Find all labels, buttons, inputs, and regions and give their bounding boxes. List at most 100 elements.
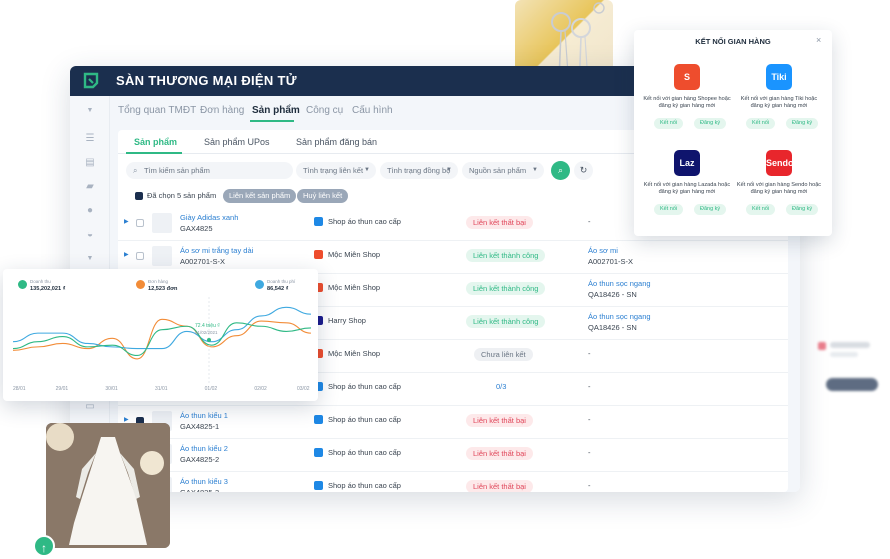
link-status-badge: Liên kết thành công (466, 315, 546, 328)
platform-logo: Laz (674, 150, 700, 176)
nav-tab-settings[interactable]: Cấu hình (352, 105, 393, 116)
product-sku: GAX4825-3 (180, 488, 219, 492)
stat-label: Doanh thu phí (267, 279, 296, 284)
shop-platform-icon (314, 481, 323, 490)
x-tick-label: 03/02 (297, 386, 310, 392)
chart-tooltip-value: 72.4 triệu ₫ (195, 323, 220, 329)
table-row[interactable]: ▶Áo thun kiểu 3GAX4825-3Shop áo thun cao… (118, 472, 788, 492)
connect-button[interactable]: Kết nối (654, 118, 684, 129)
stat-value: 135,202,021 ₫ (30, 286, 66, 292)
nav-tab-products[interactable]: Sản phẩm (252, 105, 300, 116)
platform-logo: Sendo (766, 150, 794, 176)
x-tick-label: 30/01 (105, 386, 118, 392)
upload-arrow-icon[interactable]: ↑ (33, 535, 55, 557)
caret-down-icon: ▼ (532, 167, 538, 173)
subtab-active-indicator (126, 152, 182, 154)
nav-tab-orders[interactable]: Đơn hàng (200, 105, 244, 116)
register-button[interactable]: Đăng ký (786, 204, 819, 215)
shop-platform-icon (314, 250, 323, 259)
refresh-icon: ↻ (579, 165, 588, 175)
stat-value: 12,523 đơn (148, 286, 178, 292)
linked-product-name[interactable]: Áo thun sọc ngang (588, 279, 651, 288)
product-name[interactable]: Áo thun kiểu 1 (180, 411, 228, 420)
nav-tab-tools[interactable]: Công cụ (306, 105, 343, 116)
shop-name: Shop áo thun cao cấp (328, 382, 401, 391)
unlink-button[interactable]: Huỷ liên kết (297, 189, 349, 203)
chat-icon[interactable]: ▭ (84, 402, 96, 412)
source-label: Nguồn sản phẩm (469, 166, 527, 175)
platform-description: Kết nối với gian hàng Shopee hoặc đăng k… (643, 96, 731, 109)
platform-logo: S (674, 64, 700, 90)
chart-series-line (13, 318, 311, 360)
product-name[interactable]: Áo thun kiểu 2 (180, 444, 228, 453)
product-name[interactable]: Áo sơ mi trắng tay dài (180, 246, 253, 255)
search-input[interactable]: ⌕ Tìm kiếm sản phẩm (126, 162, 293, 179)
basket-icon[interactable]: ◒ (84, 230, 96, 240)
register-button[interactable]: Đăng ký (694, 118, 727, 129)
link-status-badge: Chưa liên kết (474, 348, 533, 361)
link-status-badge: Liên kết thất bại (466, 216, 533, 229)
sync-status-dropdown[interactable]: Tình trạng đồng bộ ▼ (380, 162, 458, 179)
connect-button[interactable]: Kết nối (654, 204, 684, 215)
register-button[interactable]: Đăng ký (694, 204, 727, 215)
select-all-checkbox[interactable] (135, 192, 143, 200)
table-row[interactable]: ▶Áo thun kiểu 2GAX4825-2Shop áo thun cao… (118, 439, 788, 472)
connect-button[interactable]: Kết nối (746, 204, 776, 215)
link-count[interactable]: 0/3 (496, 382, 506, 391)
row-checkbox[interactable] (136, 219, 144, 227)
source-dropdown[interactable]: Nguồn sản phẩm ▼ (462, 162, 544, 179)
x-tick-label: 31/01 (155, 386, 168, 392)
chart-hover-point[interactable] (207, 338, 211, 342)
subtab-products[interactable]: Sản phẩm (134, 137, 177, 147)
shop-platform-icon (314, 217, 323, 226)
product-name[interactable]: Áo thun kiểu 3 (180, 477, 228, 486)
platform-logo: Tiki (766, 64, 792, 90)
link-status-badge: Liên kết thành công (466, 282, 546, 295)
search-button[interactable]: ⌕ (551, 161, 570, 180)
link-status-dropdown[interactable]: Tình trạng liên kết ▼ (296, 162, 376, 179)
chart-series-line (13, 306, 311, 350)
chevron-down-icon[interactable]: ▼ (84, 254, 96, 264)
connect-button[interactable]: Kết nối (746, 118, 776, 129)
selected-count: Đã chọn 5 sản phẩm (147, 191, 217, 200)
stat-value: 86,542 ₫ (267, 286, 289, 292)
x-tick-label: 02/02 (254, 386, 267, 392)
nav-tab-overview[interactable]: Tổng quan TMĐT (118, 105, 196, 116)
link-status-badge: Liên kết thất bại (466, 447, 533, 460)
linked-product-sku: - (588, 382, 591, 391)
expand-chevron-icon[interactable]: ▶ (124, 218, 129, 225)
product-thumbnail (152, 246, 172, 266)
refresh-button[interactable]: ↻ (574, 161, 593, 180)
shop-name: Shop áo thun cao cấp (328, 415, 401, 424)
list-icon[interactable]: ☰ (84, 134, 96, 144)
linked-product-sku: - (588, 415, 591, 424)
linked-product-name[interactable]: Áo sơ mi (588, 246, 618, 255)
document-icon[interactable]: ▤ (84, 158, 96, 168)
link-products-button[interactable]: Liên kết sản phẩm (223, 189, 297, 203)
truck-icon[interactable]: ▰ (84, 182, 96, 192)
link-status-badge: Liên kết thất bại (466, 414, 533, 427)
register-button[interactable]: Đăng ký (786, 118, 819, 129)
shop-name: Mộc Miên Shop (328, 283, 381, 292)
platform-card: Tiki Kết nối với gian hàng Tiki hoặc đăng… (734, 62, 824, 142)
row-checkbox[interactable] (136, 252, 144, 260)
product-thumbnail (152, 213, 172, 233)
product-sku: GAX4825 (180, 224, 213, 233)
linked-product-sku: - (588, 217, 591, 226)
user-icon[interactable]: ● (84, 206, 96, 216)
shop-platform-icon (314, 448, 323, 457)
product-name[interactable]: Giày Adidas xanh (180, 213, 238, 222)
subtab-listed-products[interactable]: Sản phẩm đăng bán (296, 137, 377, 147)
platform-card: Sendo Kết nối với gian hàng Sendo hoặc đă… (734, 148, 824, 228)
table-row[interactable]: ▶ Áo thun kiểu 1 GAX4825-1 Shop áo thun cao… (118, 406, 788, 439)
sidebar-collapse-icon[interactable]: ▼ (84, 106, 96, 116)
product-sku: A002701-S-X (180, 257, 226, 266)
close-icon[interactable]: × (816, 35, 821, 45)
link-status-badge: Liên kết thất bại (466, 480, 533, 492)
expand-chevron-icon[interactable]: ▶ (124, 251, 129, 258)
linked-product-sku: - (588, 481, 591, 490)
linked-product-name[interactable]: Áo thun sọc ngang (588, 312, 651, 321)
subtab-upos-products[interactable]: Sản phẩm UPos (204, 137, 270, 147)
expand-chevron-icon[interactable]: ▶ (124, 416, 129, 423)
dress-product-image (46, 423, 170, 548)
